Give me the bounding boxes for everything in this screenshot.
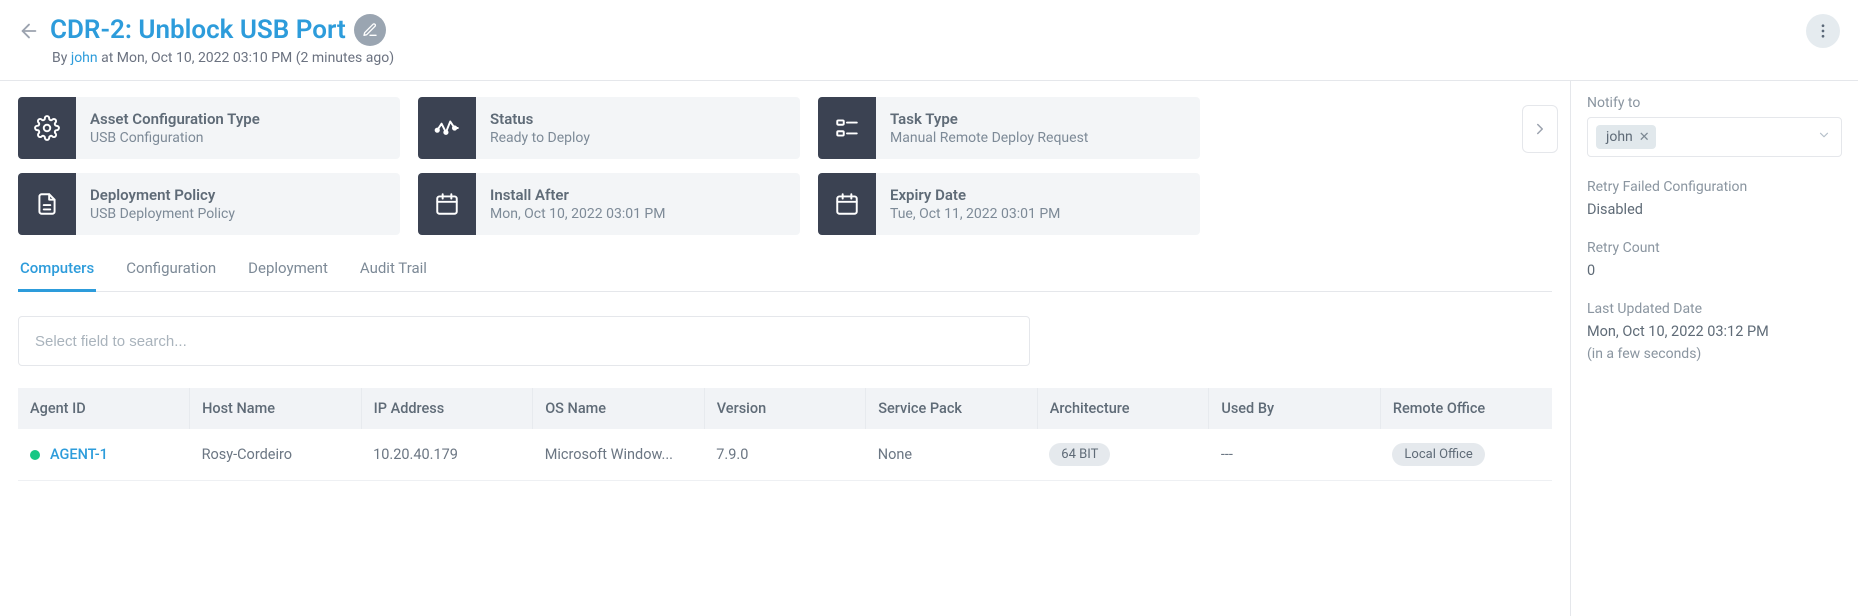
page-title: CDR-2: Unblock USB Port bbox=[50, 15, 346, 45]
info-card-install-after[interactable]: Install After Mon, Oct 10, 2022 03:01 PM bbox=[418, 173, 800, 235]
retry-config-value: Disabled bbox=[1587, 201, 1842, 218]
tab-computers[interactable]: Computers bbox=[18, 249, 96, 291]
column-version[interactable]: Version bbox=[704, 388, 865, 429]
agent-id-link[interactable]: AGENT-1 bbox=[50, 446, 108, 463]
cell-service-pack: None bbox=[866, 429, 1038, 481]
status-dot-icon bbox=[30, 450, 40, 460]
back-button[interactable] bbox=[18, 20, 40, 42]
page-subtitle: By john at Mon, Oct 10, 2022 03:10 PM (2… bbox=[50, 50, 394, 66]
remote-office-badge: Local Office bbox=[1392, 443, 1484, 466]
tab-configuration[interactable]: Configuration bbox=[124, 249, 218, 291]
tab-deployment[interactable]: Deployment bbox=[246, 249, 330, 291]
tab-audit-trail[interactable]: Audit Trail bbox=[358, 249, 429, 291]
chip-remove-button[interactable]: ✕ bbox=[1639, 130, 1650, 145]
kebab-icon bbox=[1814, 22, 1832, 40]
card-label: Asset Configuration Type bbox=[90, 110, 386, 128]
card-value: Tue, Oct 11, 2022 03:01 PM bbox=[890, 206, 1186, 222]
main-content: Asset Configuration Type USB Configuratio… bbox=[0, 81, 1570, 616]
last-updated-value: Mon, Oct 10, 2022 03:12 PM bbox=[1587, 323, 1842, 340]
card-value: Manual Remote Deploy Request bbox=[890, 130, 1186, 146]
retry-count-label: Retry Count bbox=[1587, 240, 1842, 256]
card-value: Ready to Deploy bbox=[490, 130, 786, 146]
tabs: Computers Configuration Deployment Audit Tr… bbox=[18, 249, 1552, 292]
notify-to-label: Notify to bbox=[1587, 95, 1842, 111]
column-ip-address[interactable]: IP Address bbox=[361, 388, 533, 429]
notify-to-select[interactable]: john ✕ bbox=[1587, 117, 1842, 157]
search-input[interactable] bbox=[18, 316, 1030, 366]
column-host-name[interactable]: Host Name bbox=[190, 388, 362, 429]
cell-host-name: Rosy-Cordeiro bbox=[190, 429, 362, 481]
info-card-status[interactable]: Status Ready to Deploy bbox=[418, 97, 800, 159]
info-card-expiry-date[interactable]: Expiry Date Tue, Oct 11, 2022 03:01 PM bbox=[818, 173, 1200, 235]
arrow-left-icon bbox=[18, 20, 40, 42]
info-cards: Asset Configuration Type USB Configuratio… bbox=[18, 97, 1552, 235]
computers-table: Agent IDHost NameIP AddressOS NameVersio… bbox=[18, 388, 1552, 481]
cell-version: 7.9.0 bbox=[704, 429, 865, 481]
notify-chip: john ✕ bbox=[1596, 125, 1656, 149]
task-icon bbox=[818, 97, 876, 159]
arch-badge: 64 BIT bbox=[1049, 443, 1110, 466]
pencil-icon bbox=[362, 22, 378, 38]
card-label: Install After bbox=[490, 186, 786, 204]
details-sidebar: Notify to john ✕ Retry Failed Configurat… bbox=[1570, 81, 1858, 616]
cell-used-by: --- bbox=[1209, 429, 1381, 481]
column-used-by[interactable]: Used By bbox=[1209, 388, 1381, 429]
card-value: USB Deployment Policy bbox=[90, 206, 386, 222]
cell-ip: 10.20.40.179 bbox=[361, 429, 533, 481]
retry-count-value: 0 bbox=[1587, 262, 1842, 279]
table-row[interactable]: AGENT-1 Rosy-Cordeiro10.20.40.179Microsof… bbox=[18, 429, 1552, 481]
edit-title-button[interactable] bbox=[354, 14, 386, 46]
cards-next-button[interactable] bbox=[1522, 105, 1558, 153]
chevron-right-icon bbox=[1531, 120, 1549, 138]
cell-os: Microsoft Window... bbox=[533, 429, 705, 481]
calendar-icon bbox=[818, 173, 876, 235]
column-remote-office[interactable]: Remote Office bbox=[1380, 388, 1552, 429]
retry-config-label: Retry Failed Configuration bbox=[1587, 179, 1842, 195]
column-agent-id[interactable]: Agent ID bbox=[18, 388, 190, 429]
column-os-name[interactable]: OS Name bbox=[533, 388, 705, 429]
column-service-pack[interactable]: Service Pack bbox=[866, 388, 1038, 429]
last-updated-label: Last Updated Date bbox=[1587, 301, 1842, 317]
chevron-down-icon bbox=[1817, 128, 1831, 146]
card-label: Status bbox=[490, 110, 786, 128]
info-card-asset-configuration-type[interactable]: Asset Configuration Type USB Configuratio… bbox=[18, 97, 400, 159]
last-updated-relative: (in a few seconds) bbox=[1587, 346, 1842, 362]
card-label: Deployment Policy bbox=[90, 186, 386, 204]
pulse-icon bbox=[418, 97, 476, 159]
gear-icon bbox=[18, 97, 76, 159]
more-actions-button[interactable] bbox=[1806, 14, 1840, 48]
column-architecture[interactable]: Architecture bbox=[1037, 388, 1209, 429]
card-value: USB Configuration bbox=[90, 130, 386, 146]
card-label: Task Type bbox=[890, 110, 1186, 128]
author-link[interactable]: john bbox=[71, 50, 98, 66]
page-header: CDR-2: Unblock USB Port By john at Mon, … bbox=[0, 0, 1858, 81]
calendar-icon bbox=[418, 173, 476, 235]
doc-icon bbox=[18, 173, 76, 235]
info-card-task-type[interactable]: Task Type Manual Remote Deploy Request bbox=[818, 97, 1200, 159]
info-card-deployment-policy[interactable]: Deployment Policy USB Deployment Policy bbox=[18, 173, 400, 235]
card-label: Expiry Date bbox=[890, 186, 1186, 204]
card-value: Mon, Oct 10, 2022 03:01 PM bbox=[490, 206, 786, 222]
